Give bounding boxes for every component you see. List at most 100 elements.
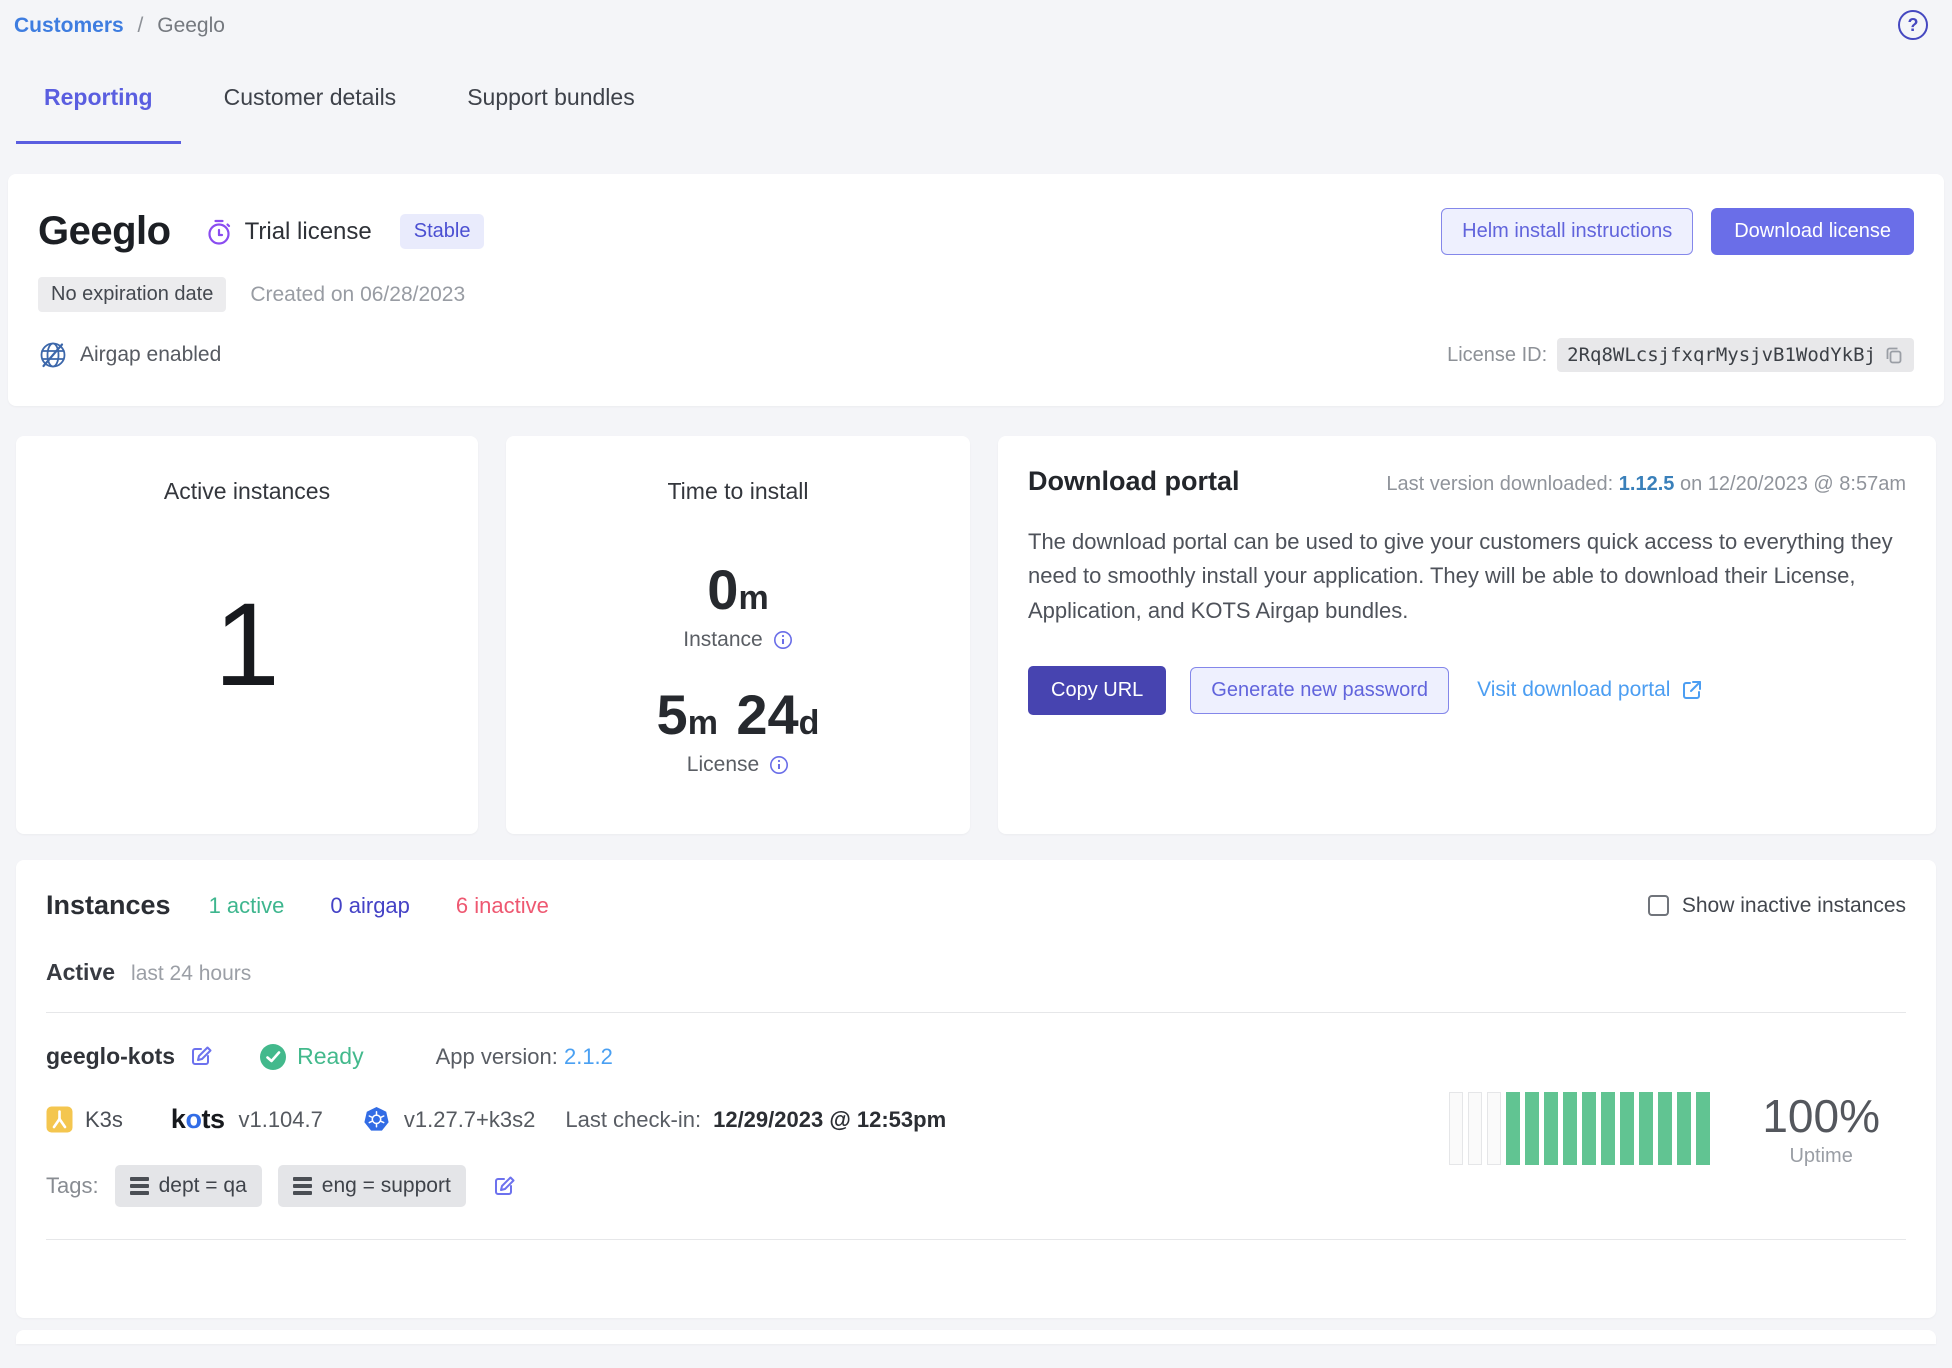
expiration-badge: No expiration date	[38, 277, 226, 312]
kots-logo-o: o	[185, 1104, 201, 1134]
uptime-bar-up	[1658, 1092, 1672, 1165]
app-version: App version: 2.1.2	[436, 1044, 613, 1070]
instance-time-value: 0	[707, 558, 738, 621]
license-type-label: Trial license	[245, 218, 372, 246]
show-inactive-checkbox[interactable]	[1648, 895, 1669, 916]
app-version-link[interactable]: 2.1.2	[564, 1044, 613, 1069]
uptime-bar-up	[1582, 1092, 1596, 1165]
tag-badge: dept = qa	[115, 1165, 262, 1207]
customer-name: Geeglo	[38, 209, 171, 254]
active-instances-title: Active instances	[36, 478, 458, 505]
license-time-value1: 5	[657, 683, 688, 746]
instance-row: geeglo-kots Ready	[46, 1013, 1906, 1207]
inactive-count-link[interactable]: 6 inactive	[456, 893, 549, 919]
uptime-label: Uptime	[1762, 1145, 1880, 1168]
active-section-label: Active	[46, 959, 115, 986]
uptime-bar-up	[1525, 1092, 1539, 1165]
last-version-link[interactable]: 1.12.5	[1619, 473, 1675, 495]
license-time-label: License	[687, 753, 759, 777]
instances-title: Instances	[46, 890, 171, 921]
instances-panel: Instances 1 active 0 airgap 6 inactive S…	[16, 860, 1936, 1318]
breadcrumb: Customers / Geeglo	[8, 12, 1944, 40]
download-license-button[interactable]: Download license	[1711, 208, 1914, 255]
active-section-sublabel: last 24 hours	[131, 962, 251, 986]
airgap-enabled-label: Airgap enabled	[80, 343, 221, 367]
active-instances-value: 1	[36, 577, 458, 713]
show-inactive-label: Show inactive instances	[1682, 894, 1906, 918]
license-info-icon[interactable]	[769, 755, 789, 775]
tag-lines-icon	[293, 1177, 312, 1195]
next-section-card-edge	[16, 1330, 1936, 1344]
divider	[46, 1239, 1906, 1240]
distro-label: K3s	[85, 1107, 123, 1133]
active-instances-card: Active instances 1	[16, 436, 478, 834]
visit-download-portal-link[interactable]: Visit download portal	[1477, 678, 1704, 702]
ready-check-icon	[260, 1044, 286, 1070]
tab-support-bundles[interactable]: Support bundles	[439, 84, 663, 144]
uptime-bar-chart	[1449, 1092, 1710, 1165]
download-portal-title: Download portal	[1028, 466, 1240, 497]
uptime-bar-empty	[1449, 1092, 1463, 1165]
last-checkin-value: 12/29/2023 @ 12:53pm	[713, 1107, 946, 1133]
uptime-value: 100%	[1762, 1089, 1880, 1143]
uptime-bar-empty	[1468, 1092, 1482, 1165]
time-to-install-card: Time to install 0m Instance 5m 24d	[506, 436, 970, 834]
license-time-unit1: m	[688, 704, 718, 742]
kubernetes-icon	[363, 1106, 390, 1133]
instance-status: Ready	[260, 1043, 363, 1070]
download-portal-description: The download portal can be used to give …	[1028, 525, 1906, 628]
generate-new-password-button[interactable]: Generate new password	[1190, 667, 1449, 714]
instance-name: geeglo-kots	[46, 1043, 175, 1070]
download-portal-card: Download portal Last version downloaded:…	[998, 436, 1936, 834]
tab-customer-details[interactable]: Customer details	[196, 84, 425, 144]
copy-icon[interactable]	[1884, 345, 1904, 365]
breadcrumb-current: Geeglo	[157, 14, 225, 37]
uptime-bar-up	[1601, 1092, 1615, 1165]
distro: K3s	[46, 1106, 123, 1133]
tag-lines-icon	[130, 1177, 149, 1195]
active-count-link[interactable]: 1 active	[209, 893, 285, 919]
airgap-count-link[interactable]: 0 airgap	[330, 893, 410, 919]
instance-time-label: Instance	[683, 628, 762, 652]
uptime-bar-empty	[1487, 1092, 1501, 1165]
helm-install-instructions-button[interactable]: Helm install instructions	[1441, 208, 1693, 255]
instance-time-unit: m	[738, 579, 768, 617]
license-time-unit2: d	[799, 704, 820, 742]
instance-status-label: Ready	[297, 1043, 363, 1070]
k3s-icon	[46, 1106, 73, 1133]
kots-logo: kots	[171, 1104, 225, 1135]
customer-reporting-page: Customers / Geeglo ? Reporting Customer …	[0, 0, 1952, 1344]
license-id-value: 2Rq8WLcsjfxqrMysjvB1WodYkBj	[1567, 344, 1876, 366]
tab-bar: Reporting Customer details Support bundl…	[16, 84, 1944, 144]
instance-info-icon[interactable]	[773, 630, 793, 650]
copy-url-button[interactable]: Copy URL	[1028, 666, 1166, 715]
time-to-install-title: Time to install	[526, 478, 950, 505]
k8s-version: v1.27.7+k3s2	[404, 1107, 535, 1133]
license-id-label: License ID:	[1447, 344, 1547, 367]
uptime-bar-up	[1563, 1092, 1577, 1165]
trial-timer-icon	[205, 218, 233, 246]
tag-badge: eng = support	[278, 1165, 466, 1207]
uptime-bar-up	[1506, 1092, 1520, 1165]
help-icon[interactable]: ?	[1898, 10, 1928, 40]
uptime-bar-up	[1677, 1092, 1691, 1165]
tab-reporting[interactable]: Reporting	[16, 84, 181, 144]
license-id-chip[interactable]: 2Rq8WLcsjfxqrMysjvB1WodYkBj	[1557, 338, 1914, 372]
last-version-downloaded: Last version downloaded: 1.12.5 on 12/20…	[1386, 473, 1906, 496]
breadcrumb-separator: /	[138, 14, 144, 37]
tags-label: Tags:	[46, 1173, 99, 1199]
uptime-bar-up	[1620, 1092, 1634, 1165]
last-checkin-label: Last check-in:	[565, 1107, 701, 1133]
edit-instance-name-icon[interactable]	[189, 1044, 214, 1069]
uptime-bar-up	[1544, 1092, 1558, 1165]
show-inactive-toggle[interactable]: Show inactive instances	[1648, 894, 1906, 918]
kots-version: v1.104.7	[238, 1107, 322, 1133]
external-link-icon	[1680, 678, 1704, 702]
customer-summary-card: Geeglo Trial license Stable Helm install…	[8, 174, 1944, 406]
license-time-value2: 24	[736, 683, 798, 746]
edit-tags-icon[interactable]	[492, 1174, 517, 1199]
breadcrumb-customers-link[interactable]: Customers	[14, 14, 124, 37]
metrics-row: Active instances 1 Time to install 0m In…	[16, 436, 1936, 834]
airgap-globe-icon	[38, 340, 68, 370]
created-on-text: Created on 06/28/2023	[250, 283, 465, 307]
